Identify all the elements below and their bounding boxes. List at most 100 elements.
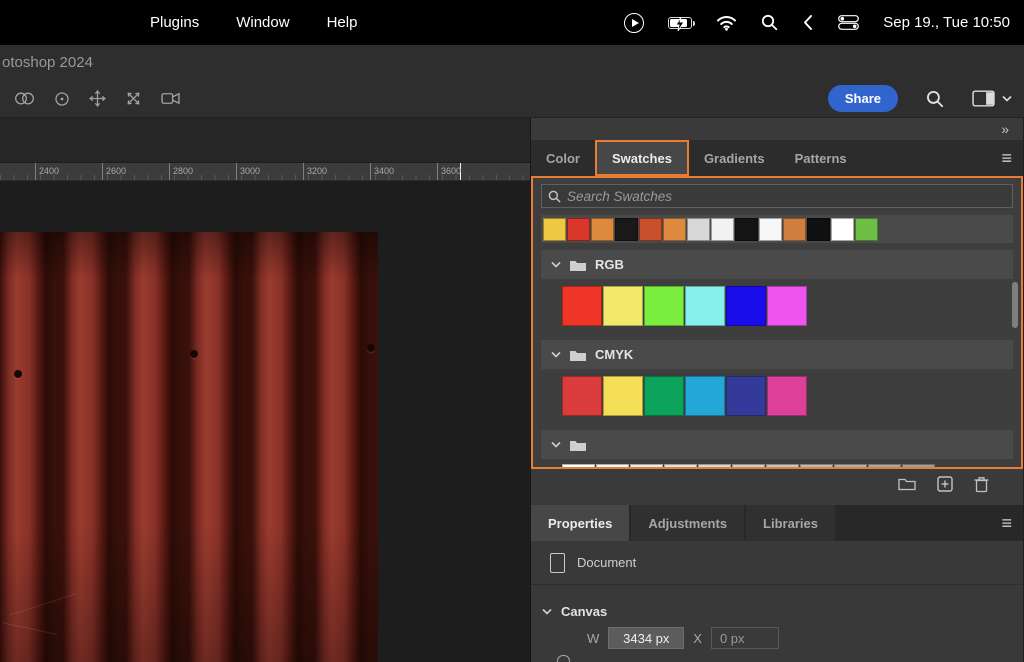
swatch[interactable]: [735, 218, 758, 241]
swatch[interactable]: [596, 464, 629, 469]
shapes-icon[interactable]: [14, 91, 35, 106]
media-play-icon[interactable]: [624, 13, 644, 33]
group-header[interactable]: RGB: [541, 250, 1013, 279]
swatch[interactable]: [543, 218, 566, 241]
window-title: otoshop 2024: [2, 54, 93, 71]
battery-charging-icon[interactable]: [668, 17, 692, 29]
swatch[interactable]: [630, 464, 663, 469]
ruler-tick-label: 2600: [102, 163, 126, 180]
swatch[interactable]: [834, 464, 867, 469]
search-icon[interactable]: [926, 90, 944, 108]
workspace-panel-toggle[interactable]: [972, 90, 1012, 107]
swatch[interactable]: [726, 286, 766, 326]
swatch[interactable]: [567, 218, 590, 241]
ruler-tick-label: 2800: [169, 163, 193, 180]
chevron-down-icon: [542, 608, 552, 615]
menu-item-plugins[interactable]: Plugins: [150, 14, 199, 31]
canvas-properties-section: Canvas W X: [531, 585, 1023, 662]
tab-gradients[interactable]: Gradients: [689, 140, 780, 176]
recent-swatches-strip: [541, 215, 1013, 243]
swatch[interactable]: [711, 218, 734, 241]
ruler-tick-label: 3200: [303, 163, 327, 180]
chevron-down-icon: [1002, 95, 1012, 102]
charging-bolt-icon: [675, 17, 685, 31]
swatch-group: CMYK: [541, 340, 1013, 423]
swatch-group: [541, 430, 1013, 469]
new-swatch-plus-icon[interactable]: [937, 476, 953, 492]
swatch[interactable]: [766, 464, 799, 469]
swatch[interactable]: [664, 464, 697, 469]
swatch[interactable]: [855, 218, 878, 241]
swatch[interactable]: [603, 286, 643, 326]
group-name: CMYK: [595, 347, 633, 362]
tab-libraries[interactable]: Libraries: [746, 505, 835, 541]
swatch[interactable]: [800, 464, 833, 469]
tab-adjustments[interactable]: Adjustments: [631, 505, 744, 541]
scratch: [2, 622, 56, 634]
swatch[interactable]: [732, 464, 765, 469]
document-canvas-area: 2400260028003000320034003600: [0, 118, 531, 662]
canvas-x-input[interactable]: [711, 627, 779, 649]
panel-menu-icon[interactable]: ≡: [1001, 149, 1012, 167]
swatch[interactable]: [615, 218, 638, 241]
swatch[interactable]: [685, 286, 725, 326]
swatch[interactable]: [759, 218, 782, 241]
swatch[interactable]: [591, 218, 614, 241]
swatches-tab-bar: ColorSwatchesGradientsPatterns ≡: [531, 140, 1023, 176]
spotlight-search-icon[interactable]: [761, 14, 778, 31]
menu-item-window[interactable]: Window: [236, 14, 289, 31]
tab-swatches[interactable]: Swatches: [595, 140, 689, 176]
control-center-icon[interactable]: [838, 15, 859, 30]
swatch[interactable]: [807, 218, 830, 241]
collapse-panels-icon[interactable]: »: [1001, 121, 1010, 137]
chevron-left-icon[interactable]: [802, 14, 814, 31]
swatch[interactable]: [783, 218, 806, 241]
swatch[interactable]: [663, 218, 686, 241]
tab-properties[interactable]: Properties: [531, 505, 629, 541]
canvas-image[interactable]: [0, 232, 378, 662]
swatch[interactable]: [562, 286, 602, 326]
group-header[interactable]: [541, 430, 1013, 459]
swatch[interactable]: [603, 376, 643, 416]
canvas-section-header[interactable]: Canvas: [542, 596, 1023, 626]
bolt: [367, 344, 375, 352]
swatch[interactable]: [831, 218, 854, 241]
new-group-folder-icon[interactable]: [898, 477, 916, 491]
swatch[interactable]: [767, 286, 807, 326]
link-dimensions-icon[interactable]: [557, 655, 570, 662]
tab-color[interactable]: Color: [531, 140, 595, 176]
swatch-row: [541, 279, 1013, 333]
swatch[interactable]: [767, 376, 807, 416]
swatch[interactable]: [562, 464, 595, 469]
swatch[interactable]: [868, 464, 901, 469]
swatch[interactable]: [698, 464, 731, 469]
transform-icon[interactable]: [121, 86, 145, 110]
panel-menu-icon[interactable]: ≡: [1001, 514, 1012, 532]
swatch[interactable]: [644, 376, 684, 416]
swatch[interactable]: [644, 286, 684, 326]
canvas-viewport[interactable]: [0, 182, 530, 662]
swatch[interactable]: [687, 218, 710, 241]
swatch[interactable]: [685, 376, 725, 416]
wifi-icon[interactable]: [716, 15, 737, 31]
ruler-tick-label: 3000: [236, 163, 260, 180]
canvas-width-input[interactable]: [608, 627, 684, 649]
swatch[interactable]: [639, 218, 662, 241]
move-icon[interactable]: [89, 90, 106, 107]
swatch-search-input[interactable]: [567, 189, 1006, 204]
group-header[interactable]: CMYK: [541, 340, 1013, 369]
scrollbar-thumb[interactable]: [1012, 282, 1018, 328]
tab-patterns[interactable]: Patterns: [780, 140, 862, 176]
rotate-view-icon[interactable]: [54, 91, 70, 107]
document-row: Document: [531, 541, 1023, 585]
swatch-search-box[interactable]: [541, 184, 1013, 208]
delete-trash-icon[interactable]: [974, 476, 989, 493]
menubar-clock[interactable]: Sep 19., Tue 10:50: [883, 14, 1010, 31]
menu-item-help[interactable]: Help: [327, 14, 358, 31]
video-camera-icon[interactable]: [161, 92, 180, 105]
swatch[interactable]: [562, 376, 602, 416]
share-button[interactable]: Share: [828, 85, 898, 112]
swatch[interactable]: [902, 464, 935, 469]
swatch[interactable]: [726, 376, 766, 416]
bolt: [14, 370, 22, 378]
